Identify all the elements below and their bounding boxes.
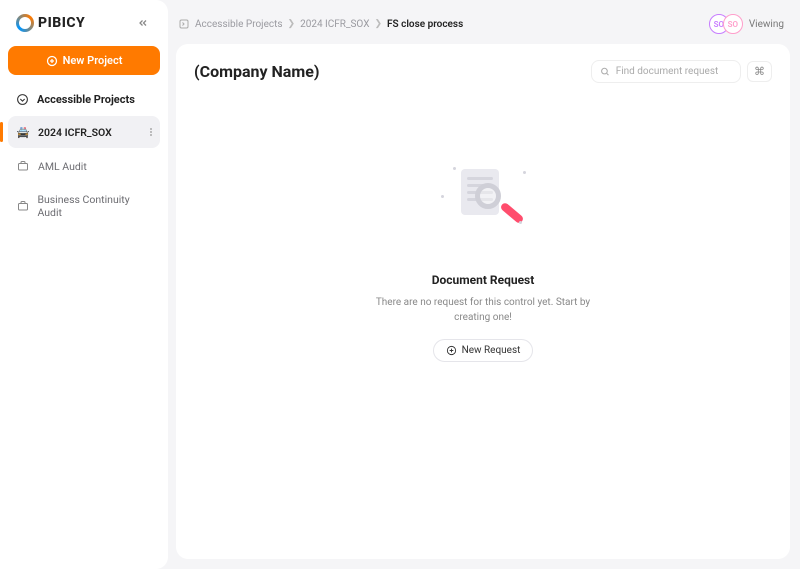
logo[interactable]: PIBICY	[16, 14, 85, 32]
folder-icon	[178, 18, 190, 30]
project-item-label: 2024 ICFR_SOX	[38, 126, 112, 139]
more-icon[interactable]	[150, 128, 152, 136]
collapse-sidebar-button[interactable]	[134, 14, 152, 32]
new-request-label: New Request	[462, 345, 521, 356]
breadcrumb: Accessible Projects ❯ 2024 ICFR_SOX ❯ FS…	[178, 18, 463, 30]
shortcut-key: ⌘	[747, 61, 772, 82]
project-item[interactable]: 🚔 2024 ICFR_SOX	[8, 116, 160, 148]
project-list: 🚔 2024 ICFR_SOX AML Audit Business Conti…	[8, 116, 160, 228]
breadcrumb-item[interactable]: 2024 ICFR_SOX	[300, 19, 369, 30]
card-header: (Company Name) ⌘	[194, 60, 772, 95]
chevron-right-icon: ❯	[374, 19, 382, 29]
viewing-chip: SO SO Viewing	[709, 14, 784, 34]
search-box[interactable]	[591, 60, 741, 83]
sidebar: PIBICY New Project Accessible Projects 🚔…	[0, 0, 168, 569]
project-item[interactable]: Business Continuity Audit	[8, 184, 160, 228]
page-title: (Company Name)	[194, 62, 319, 81]
logo-row: PIBICY	[8, 10, 160, 46]
avatar-stack[interactable]: SO SO	[709, 14, 743, 34]
search-wrap: ⌘	[591, 60, 772, 83]
project-item[interactable]: AML Audit	[8, 150, 160, 182]
breadcrumb-item-current: FS close process	[387, 19, 463, 30]
empty-state: Document Request There are no request fo…	[194, 95, 772, 543]
new-request-button[interactable]: New Request	[433, 339, 534, 362]
new-project-button[interactable]: New Project	[8, 46, 160, 75]
topbar: Accessible Projects ❯ 2024 ICFR_SOX ❯ FS…	[176, 10, 790, 44]
briefcase-icon	[16, 199, 29, 213]
main: Accessible Projects ❯ 2024 ICFR_SOX ❯ FS…	[168, 0, 800, 569]
chevron-double-left-icon	[137, 17, 149, 29]
project-item-label: AML Audit	[38, 160, 87, 173]
content-card: (Company Name) ⌘ Document Request Ther	[176, 44, 790, 559]
plus-circle-icon	[46, 55, 58, 67]
new-project-label: New Project	[63, 54, 123, 67]
empty-illustration	[423, 155, 543, 255]
viewing-label: Viewing	[749, 19, 784, 30]
chevron-down-circle-icon	[16, 93, 29, 106]
search-input[interactable]	[616, 66, 732, 77]
avatar[interactable]: SO	[723, 14, 743, 34]
brand-name: PIBICY	[38, 15, 85, 31]
breadcrumb-item[interactable]: Accessible Projects	[195, 19, 283, 30]
projects-section-title: Accessible Projects	[37, 93, 135, 106]
search-icon	[600, 66, 610, 77]
chevron-right-icon: ❯	[288, 19, 296, 29]
briefcase-icon	[16, 159, 30, 173]
plus-circle-icon	[446, 345, 457, 356]
empty-title: Document Request	[432, 273, 535, 287]
empty-subtitle: There are no request for this control ye…	[363, 295, 603, 325]
project-item-label: Business Continuity Audit	[37, 193, 152, 219]
police-car-icon: 🚔	[16, 125, 30, 139]
projects-section-header[interactable]: Accessible Projects	[8, 75, 160, 116]
logo-mark-icon	[16, 14, 34, 32]
